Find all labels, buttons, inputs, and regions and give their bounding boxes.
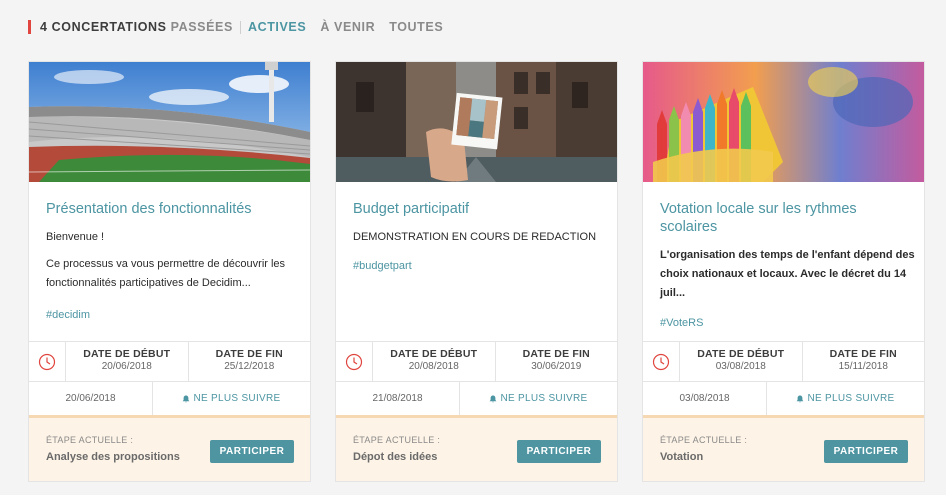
card-image-venice-photo[interactable] bbox=[336, 62, 617, 182]
filter-all[interactable]: TOUTES bbox=[389, 20, 443, 34]
card-meta: 03/08/2018 NE PLUS SUIVRE bbox=[643, 381, 924, 415]
card-title[interactable]: Présentation des fonctionnalités bbox=[46, 200, 296, 218]
bell-icon bbox=[797, 395, 804, 402]
unfollow-label: NE PLUS SUIVRE bbox=[193, 393, 281, 404]
end-date: DATE DE FIN 15/11/2018 bbox=[801, 342, 925, 381]
card-description-paragraph: Bienvenue ! bbox=[46, 231, 105, 243]
published-date: 21/08/2018 bbox=[336, 382, 460, 415]
process-card: Budget participatif DEMONSTRATION EN COU… bbox=[335, 61, 618, 482]
card-description: L'organisation des temps de l'enfant dép… bbox=[660, 246, 916, 311]
card-hashtag[interactable]: #decidim bbox=[46, 309, 90, 321]
unfollow-button[interactable]: NE PLUS SUIVRE bbox=[767, 382, 924, 415]
current-step-name: Votation bbox=[660, 451, 704, 463]
start-date: DATE DE DÉBUT 20/06/2018 bbox=[66, 342, 188, 381]
card-title[interactable]: Votation locale sur les rythmes scolaire… bbox=[660, 200, 910, 236]
card-hashtag[interactable]: #budgetpart bbox=[353, 260, 412, 272]
process-count: 4 CONCERTATIONS bbox=[40, 20, 167, 34]
unfollow-label: NE PLUS SUIVRE bbox=[500, 393, 588, 404]
card-dates: DATE DE DÉBUT 03/08/2018 DATE DE FIN 15/… bbox=[643, 341, 924, 381]
bell-icon bbox=[183, 395, 190, 402]
card-hashtag[interactable]: #VoteRS bbox=[660, 317, 703, 329]
bell-icon bbox=[490, 395, 497, 402]
card-description: DEMONSTRATION EN COURS DE REDACTION bbox=[353, 228, 609, 255]
end-date: DATE DE FIN 25/12/2018 bbox=[187, 342, 311, 381]
filter-accent-bar bbox=[28, 20, 31, 34]
start-date-value: 20/06/2018 bbox=[101, 361, 152, 372]
card-dates: DATE DE DÉBUT 20/08/2018 DATE DE FIN 30/… bbox=[336, 341, 617, 381]
current-step-label: ÉTAPE ACTUELLE : bbox=[46, 435, 134, 445]
card-image-stadium[interactable] bbox=[29, 62, 310, 182]
current-step-name: Dépot des idées bbox=[353, 451, 438, 463]
end-date-value: 25/12/2018 bbox=[224, 361, 275, 372]
card-description: Bienvenue ! Ce processus va vous permett… bbox=[46, 228, 302, 301]
clock-icon bbox=[336, 342, 373, 381]
unfollow-label: NE PLUS SUIVRE bbox=[807, 393, 895, 404]
filter-upcoming[interactable]: À VENIR bbox=[320, 20, 375, 34]
card-title[interactable]: Budget participatif bbox=[353, 200, 603, 218]
card-description-paragraph: Ce processus va vous permettre de découv… bbox=[46, 258, 286, 289]
unfollow-button[interactable]: NE PLUS SUIVRE bbox=[460, 382, 617, 415]
current-step: ÉTAPE ACTUELLE : Dépot des idées PARTICI… bbox=[336, 415, 617, 481]
current-step-label: ÉTAPE ACTUELLE : bbox=[353, 435, 441, 445]
start-date-value: 03/08/2018 bbox=[715, 361, 766, 372]
participate-button[interactable]: PARTICIPER bbox=[824, 440, 908, 463]
end-date: DATE DE FIN 30/06/2019 bbox=[494, 342, 618, 381]
current-step: ÉTAPE ACTUELLE : Analyse des proposition… bbox=[29, 415, 310, 481]
card-description-paragraph: L'organisation des temps de l'enfant dép… bbox=[660, 249, 915, 299]
end-date-label: DATE DE FIN bbox=[215, 348, 283, 360]
participate-button[interactable]: PARTICIPER bbox=[517, 440, 601, 463]
end-date-label: DATE DE FIN bbox=[522, 348, 590, 360]
end-date-value: 30/06/2019 bbox=[531, 361, 582, 372]
start-date: DATE DE DÉBUT 03/08/2018 bbox=[680, 342, 802, 381]
process-filter-bar: 4 CONCERTATIONS PASSÉES ACTIVES À VENIR … bbox=[28, 18, 457, 36]
card-description-paragraph: DEMONSTRATION EN COURS DE REDACTION bbox=[353, 231, 597, 243]
process-card: Présentation des fonctionnalités Bienven… bbox=[28, 61, 311, 482]
start-date-label: DATE DE DÉBUT bbox=[697, 348, 785, 360]
current-step-label: ÉTAPE ACTUELLE : bbox=[660, 435, 748, 445]
clock-icon bbox=[29, 342, 66, 381]
card-meta: 21/08/2018 NE PLUS SUIVRE bbox=[336, 381, 617, 415]
filter-active[interactable]: ACTIVES bbox=[248, 20, 306, 34]
published-date: 03/08/2018 bbox=[643, 382, 767, 415]
process-card: Votation locale sur les rythmes scolaire… bbox=[642, 61, 925, 482]
end-date-label: DATE DE FIN bbox=[829, 348, 897, 360]
unfollow-button[interactable]: NE PLUS SUIVRE bbox=[153, 382, 310, 415]
card-meta: 20/06/2018 NE PLUS SUIVRE bbox=[29, 381, 310, 415]
filter-divider bbox=[239, 20, 241, 34]
filter-past[interactable]: PASSÉES bbox=[171, 20, 233, 34]
published-date: 20/06/2018 bbox=[29, 382, 153, 415]
participate-button[interactable]: PARTICIPER bbox=[210, 440, 294, 463]
start-date: DATE DE DÉBUT 20/08/2018 bbox=[373, 342, 495, 381]
current-step: ÉTAPE ACTUELLE : Votation PARTICIPER bbox=[643, 415, 924, 481]
card-dates: DATE DE DÉBUT 20/06/2018 DATE DE FIN 25/… bbox=[29, 341, 310, 381]
start-date-value: 20/08/2018 bbox=[408, 361, 459, 372]
start-date-label: DATE DE DÉBUT bbox=[390, 348, 478, 360]
start-date-label: DATE DE DÉBUT bbox=[83, 348, 171, 360]
card-image-crayons[interactable] bbox=[643, 62, 924, 182]
end-date-value: 15/11/2018 bbox=[838, 361, 888, 372]
current-step-name: Analyse des propositions bbox=[46, 451, 180, 463]
clock-icon bbox=[643, 342, 680, 381]
